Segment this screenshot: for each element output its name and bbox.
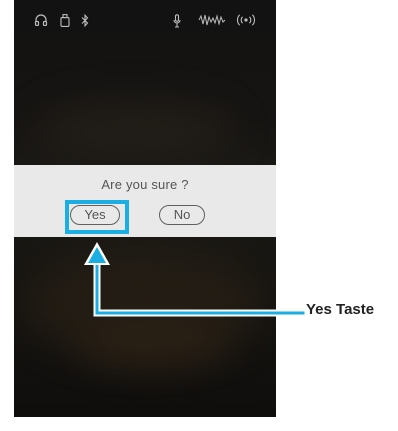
wireless-icon (235, 14, 257, 26)
dialog-title: Are you sure ? (101, 177, 189, 192)
no-button[interactable]: No (159, 205, 205, 225)
headphones-icon (34, 14, 48, 26)
confirm-dialog: Are you sure ? Yes No (14, 165, 276, 237)
background-blur (34, 100, 234, 160)
background-blur (74, 320, 234, 370)
annotation-label: Yes Taste (306, 301, 375, 318)
bluetooth-icon (81, 14, 89, 27)
microphone-icon (173, 14, 181, 28)
usb-icon (60, 14, 70, 27)
status-bar (14, 0, 276, 44)
audio-wave-icon (198, 14, 226, 26)
highlight-box (65, 200, 129, 234)
